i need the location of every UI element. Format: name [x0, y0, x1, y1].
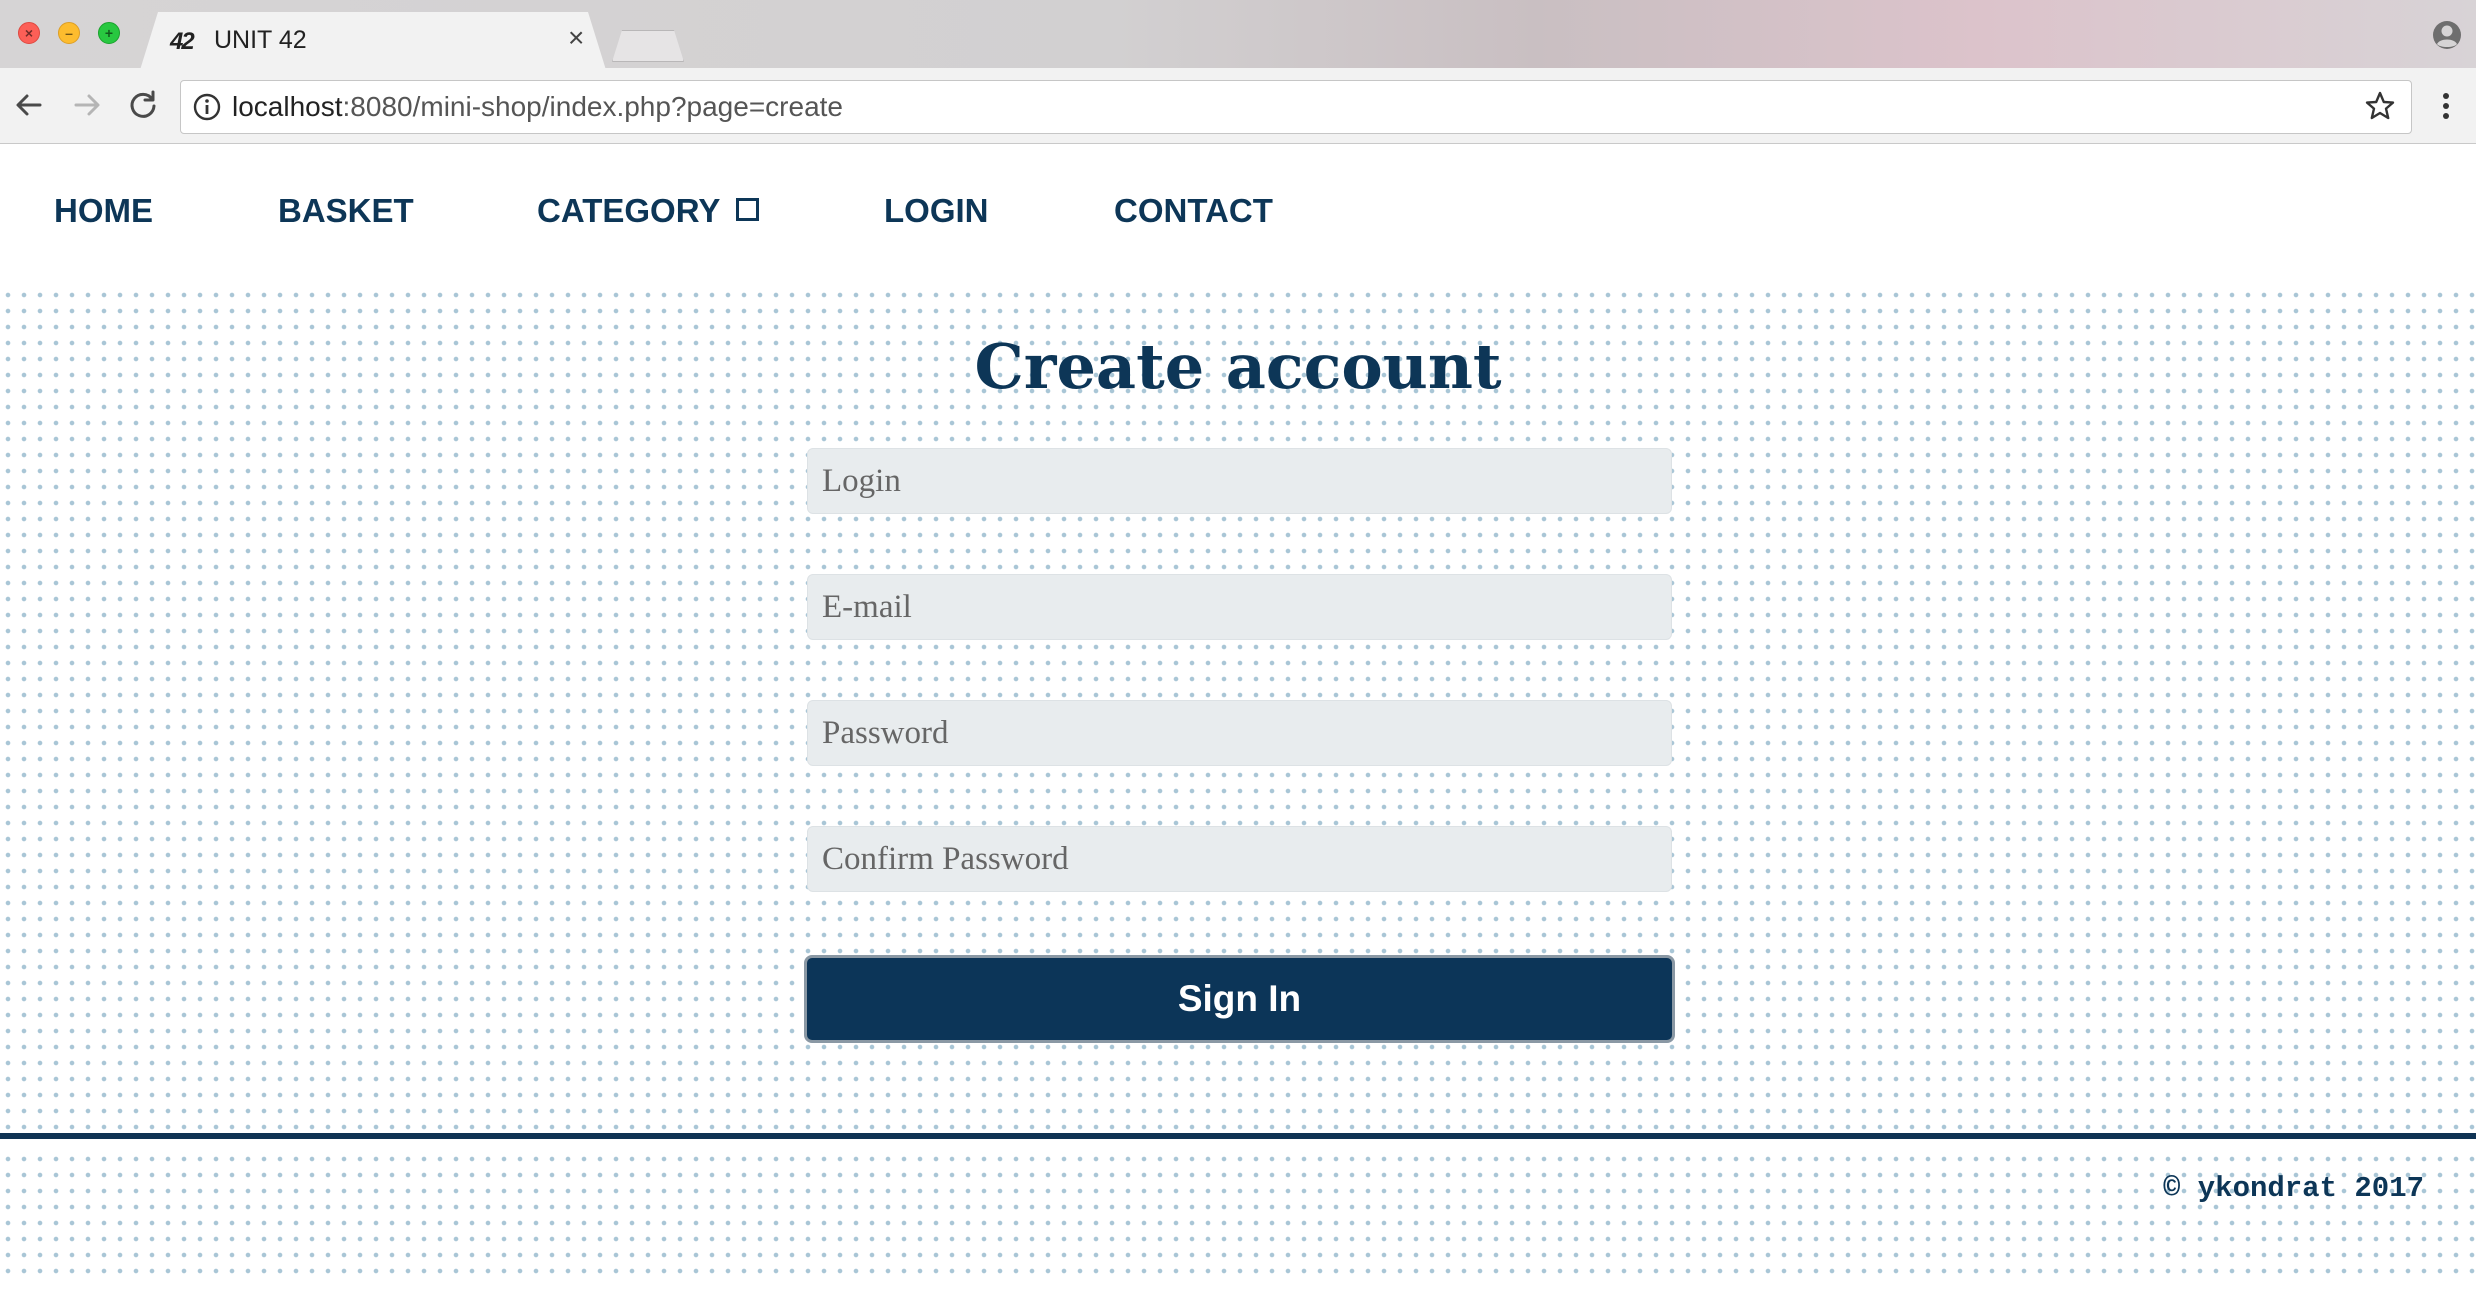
nav-basket[interactable]: BASKET — [278, 192, 414, 230]
tab-favicon-icon: 42 — [170, 28, 195, 55]
nav-contact[interactable]: CONTACT — [1114, 192, 1273, 230]
nav-category[interactable]: CATEGORY — [537, 192, 760, 230]
tab-close-button[interactable]: × — [568, 24, 584, 52]
nav-home[interactable]: HOME — [54, 192, 153, 230]
footer-gap — [0, 1139, 2476, 1147]
window-minimize-button[interactable]: – — [58, 22, 80, 44]
login-input[interactable] — [807, 448, 1672, 514]
window-close-button[interactable]: × — [18, 22, 40, 44]
nav-login[interactable]: LOGIN — [884, 192, 989, 230]
page-title: Create account — [974, 330, 1502, 403]
page-viewport: HOME BASKET CATEGORY LOGIN CONTACT Creat… — [0, 145, 2476, 1296]
reload-icon[interactable] — [126, 88, 160, 122]
url-text: localhost:8080/mini-shop/index.php?page=… — [232, 91, 843, 123]
forward-icon[interactable] — [70, 88, 104, 122]
dropdown-box-icon — [736, 198, 760, 221]
url-host: localhost — [232, 91, 343, 122]
profile-icon[interactable] — [2432, 20, 2462, 50]
dotted-background — [0, 287, 2476, 1277]
window-maximize-button[interactable]: + — [98, 22, 120, 44]
site-info-icon[interactable] — [192, 92, 222, 122]
browser-tab[interactable] — [140, 12, 606, 70]
close-icon: × — [24, 25, 34, 41]
back-icon[interactable] — [12, 88, 46, 122]
nav-category-label: CATEGORY — [537, 192, 721, 229]
password-input[interactable] — [807, 700, 1672, 766]
footer-copyright: © ykondrat 2017 — [2162, 1172, 2424, 1205]
maximize-icon: + — [104, 25, 114, 41]
sign-in-button[interactable]: Sign In — [804, 955, 1675, 1043]
new-tab-button[interactable] — [612, 30, 684, 62]
url-path: :8080/mini-shop/index.php?page=create — [342, 91, 843, 122]
browser-menu-icon[interactable] — [2436, 90, 2456, 122]
bookmark-star-icon[interactable] — [2364, 90, 2396, 122]
minimize-icon: – — [65, 25, 73, 41]
confirm-password-input[interactable] — [807, 826, 1672, 892]
tab-title: UNIT 42 — [214, 26, 307, 54]
email-input[interactable] — [807, 574, 1672, 640]
main-nav: HOME BASKET CATEGORY LOGIN CONTACT — [0, 145, 2476, 285]
